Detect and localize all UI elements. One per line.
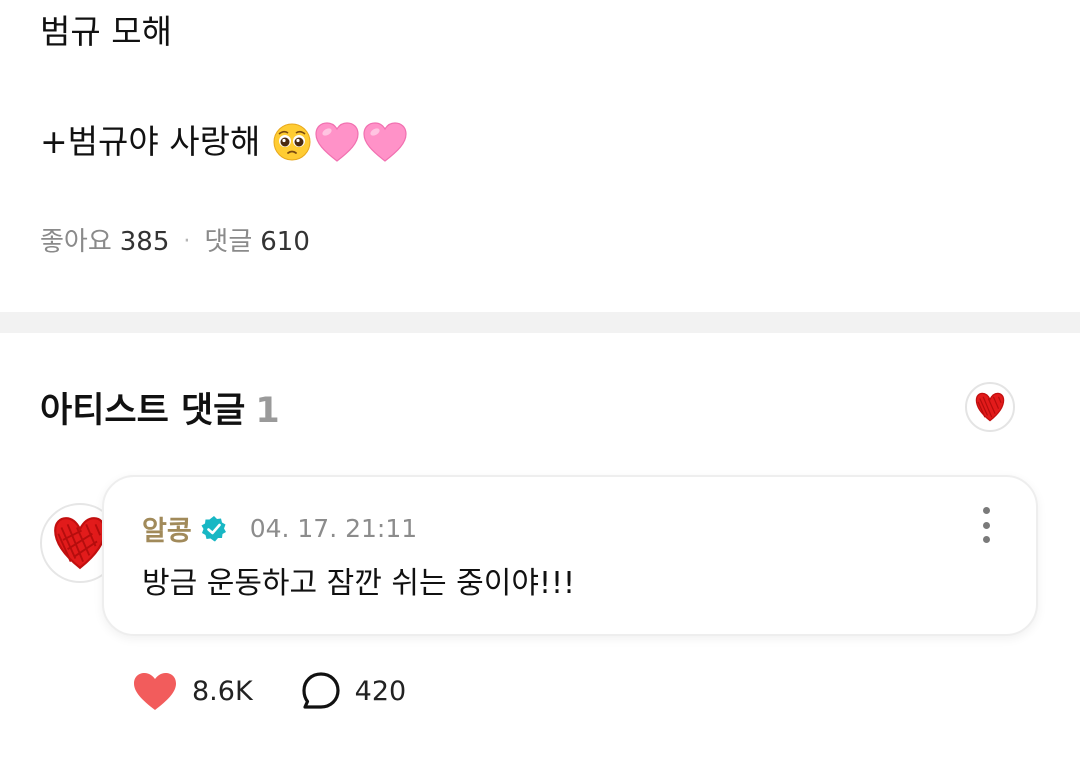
reply-count: 420 [354, 675, 407, 707]
pink-heart-icon [315, 122, 359, 162]
post-stats: 좋아요 385 · 댓글 610 [40, 224, 310, 260]
pink-heart-icon [363, 122, 407, 162]
red-heart-doodle-icon [975, 392, 1005, 422]
comment-header: 알콩 04. 17. 21:11 [142, 509, 417, 548]
artist-comments-section: 아티스트 댓글 1 알콩 04. 17. 21:11 방금 운동하고 잠깐 쉬는… [0, 333, 1080, 766]
artist-comments-header: 아티스트 댓글 1 [40, 389, 280, 433]
reply-button[interactable]: 420 [301, 671, 407, 711]
post-body: +범규야 사랑해 [40, 120, 408, 164]
post-emojis [272, 121, 408, 163]
comment-bubble[interactable]: 알콩 04. 17. 21:11 방금 운동하고 잠깐 쉬는 중이야!!! [102, 475, 1038, 636]
artist-comments-title: 아티스트 댓글 [40, 391, 246, 431]
heart-icon [134, 673, 176, 710]
more-options-icon[interactable] [980, 507, 992, 543]
likes-label[interactable]: 좋아요 [40, 224, 112, 260]
comments-label[interactable]: 댓글 [204, 224, 252, 260]
comments-count[interactable]: 610 [260, 224, 310, 260]
stats-separator: · [183, 229, 191, 254]
comment-author-name[interactable]: 알콩 [142, 509, 192, 548]
speech-bubble-icon [302, 672, 340, 709]
section-divider [0, 312, 1080, 333]
comment-actions: 8.6K 420 [132, 671, 406, 711]
post-body-text: +범규야 사랑해 [40, 122, 261, 161]
post-title: 범규 모해 [40, 12, 172, 51]
comment-timestamp: 04. 17. 21:11 [249, 514, 418, 543]
likes-count[interactable]: 385 [120, 224, 170, 260]
artist-comments-count: 1 [255, 391, 280, 431]
pleading-face-icon [273, 123, 311, 161]
verified-badge-icon [200, 515, 228, 543]
comment-text: 방금 운동하고 잠깐 쉬는 중이야!!! [142, 566, 576, 601]
post-content: 범규 모해 +범규야 사랑해 좋아요 385 · 댓글 610 [0, 0, 1080, 312]
like-count: 8.6K [192, 675, 253, 707]
like-button[interactable]: 8.6K [132, 671, 253, 711]
artist-avatar-button[interactable] [965, 382, 1015, 432]
